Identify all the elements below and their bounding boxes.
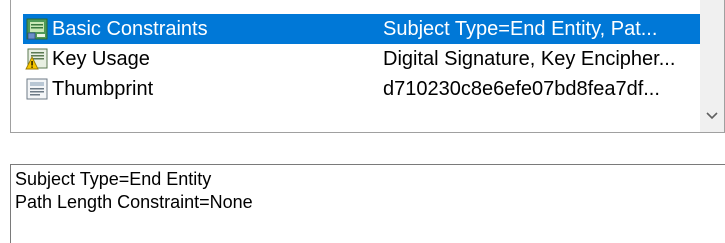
list-item-key-usage[interactable]: Key Usage Digital Signature, Key Enciphe…	[23, 44, 703, 74]
field-name: Basic Constraints	[52, 17, 208, 40]
fields-list[interactable]: Basic Constraints Subject Type=End Entit…	[10, 0, 725, 133]
certificate-details-panel: Basic Constraints Subject Type=End Entit…	[0, 0, 725, 243]
field-detail-textbox[interactable]: Subject Type=End Entity Path Length Cons…	[10, 164, 725, 243]
detail-line: Subject Type=End Entity	[15, 169, 212, 189]
field-value: d710230c8e6efe07bd8fea7df...	[383, 77, 660, 100]
chevron-down-icon	[706, 112, 718, 120]
critical-extension-warning-icon	[25, 48, 48, 70]
field-value: Subject Type=End Entity, Pat...	[383, 17, 658, 40]
list-item-thumbprint[interactable]: Thumbprint d710230c8e6efe07bd8fea7df...	[23, 74, 703, 104]
detail-line: Path Length Constraint=None	[15, 192, 253, 212]
property-document-icon	[26, 78, 48, 100]
field-name: Key Usage	[52, 47, 150, 70]
certificate-extension-icon	[26, 18, 48, 40]
vertical-scrollbar[interactable]	[700, 0, 724, 132]
list-item-basic-constraints[interactable]: Basic Constraints Subject Type=End Entit…	[23, 14, 703, 44]
scroll-down-button[interactable]	[700, 104, 724, 128]
field-value: Digital Signature, Key Encipher...	[383, 47, 676, 70]
field-name: Thumbprint	[52, 77, 154, 100]
